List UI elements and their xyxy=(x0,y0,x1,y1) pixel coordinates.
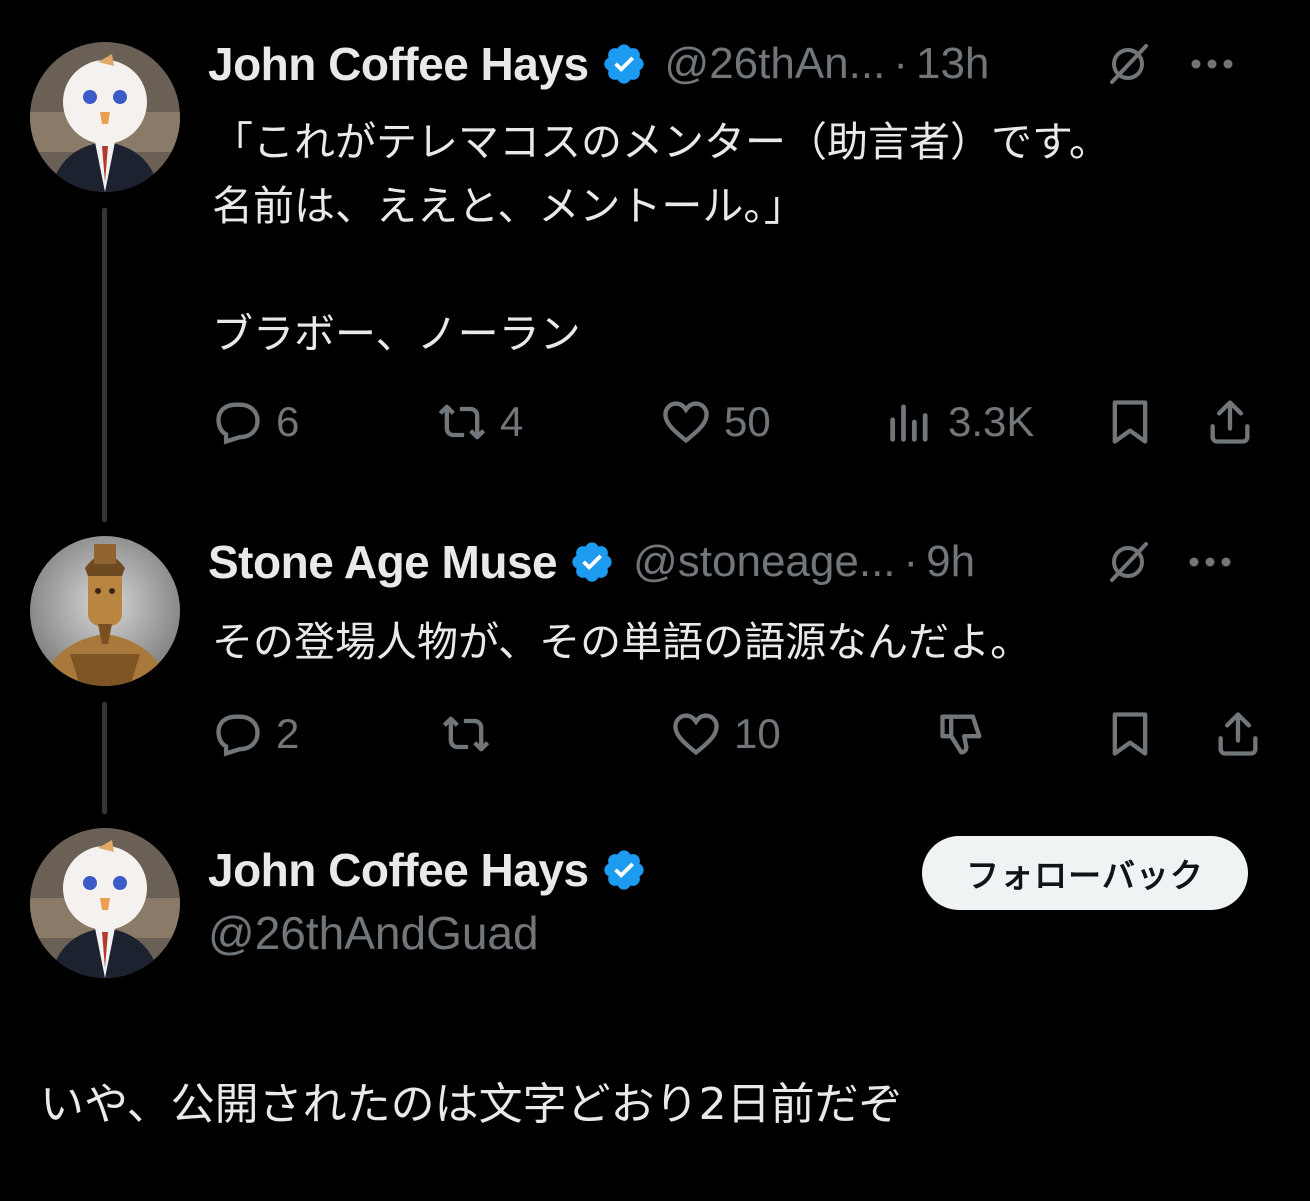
avatar-stone-age-muse[interactable] xyxy=(30,536,180,686)
views-button[interactable]: 3.3K xyxy=(884,396,1034,448)
downvote-button[interactable] xyxy=(936,708,988,760)
timestamp[interactable]: 9h xyxy=(926,537,975,587)
verified-badge-icon xyxy=(572,542,612,582)
thread-line xyxy=(102,702,107,814)
views-icon xyxy=(890,404,928,442)
handle[interactable]: @26thAn... xyxy=(665,39,886,89)
avatar-john-coffee-hays[interactable] xyxy=(30,42,180,192)
more-icon[interactable] xyxy=(1190,58,1234,70)
reply-count: 2 xyxy=(276,710,300,757)
grok-icon[interactable] xyxy=(1104,40,1152,88)
like-icon xyxy=(673,713,719,756)
avatar-image xyxy=(30,828,180,978)
reply-button[interactable]: 6 xyxy=(212,396,299,448)
reply-count: 6 xyxy=(276,398,300,445)
handle[interactable]: @26thAndGuad xyxy=(208,906,539,960)
share-icon xyxy=(1210,400,1250,444)
bookmark-button[interactable] xyxy=(1104,708,1156,760)
share-icon xyxy=(1218,712,1258,756)
main-tweet-text: いや、公開されたのは文字どおり2日前だぞ xyxy=(40,1079,903,1130)
display-name[interactable]: John Coffee Hays xyxy=(208,843,589,897)
share-button[interactable] xyxy=(1204,396,1256,448)
tweet-text: その登場人物が、その単語の語源なんだよ。 xyxy=(212,618,1032,666)
repost-icon xyxy=(442,716,490,752)
thread-line xyxy=(102,208,107,522)
repost-count: 4 xyxy=(500,398,524,445)
reply-button[interactable]: 2 xyxy=(212,708,299,760)
verified-badge-icon xyxy=(603,850,644,890)
display-name[interactable]: Stone Age Muse xyxy=(208,535,558,589)
main-tweet-header: John Coffee Hays xyxy=(208,842,647,898)
repost-button[interactable] xyxy=(440,708,504,760)
repost-icon xyxy=(438,404,486,440)
display-name[interactable]: John Coffee Hays xyxy=(208,37,589,91)
tweet-text: 「これがテレマコスのメンター（助言者）です。 名前は、ええと、メントール。」 ブ… xyxy=(212,118,1110,358)
bookmark-icon xyxy=(1112,400,1148,444)
avatar-image xyxy=(30,536,180,686)
like-count: 10 xyxy=(734,710,781,757)
follow-back-button[interactable]: フォローバック xyxy=(922,836,1248,910)
reply-icon xyxy=(216,714,260,757)
separator: · xyxy=(903,537,919,586)
timestamp[interactable]: 13h xyxy=(916,39,989,89)
bookmark-button[interactable] xyxy=(1104,396,1156,448)
more-icon[interactable] xyxy=(1188,556,1232,568)
like-icon xyxy=(663,401,709,444)
bookmark-icon xyxy=(1112,712,1148,756)
avatar-image xyxy=(30,42,180,192)
avatar-john-coffee-hays[interactable] xyxy=(30,828,180,978)
reply-icon xyxy=(216,402,260,445)
share-button[interactable] xyxy=(1212,708,1264,760)
like-button[interactable]: 50 xyxy=(660,396,771,448)
repost-button[interactable]: 4 xyxy=(436,396,523,448)
like-count: 50 xyxy=(724,398,771,445)
verified-badge-icon xyxy=(603,44,644,84)
tweet-header: John Coffee Hays @26thAn... · 13h xyxy=(208,36,989,92)
views-count: 3.3K xyxy=(948,398,1035,445)
grok-icon[interactable] xyxy=(1104,538,1152,586)
like-button[interactable]: 10 xyxy=(670,708,781,760)
tweet-header: Stone Age Muse @stoneage... · 9h xyxy=(208,534,975,590)
downvote-icon xyxy=(940,714,982,755)
separator: · xyxy=(893,39,908,88)
handle[interactable]: @stoneage... xyxy=(633,537,895,587)
